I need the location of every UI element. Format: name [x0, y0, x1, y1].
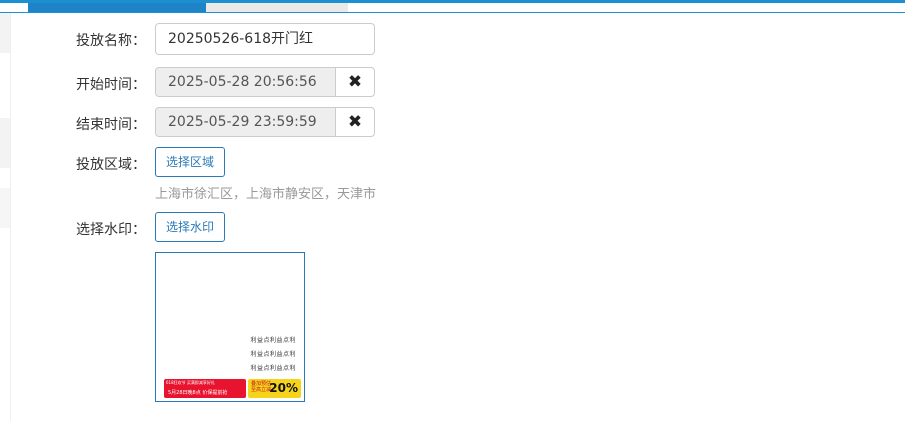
- start-time-group: 2025-05-28 20:56:56 ✖: [155, 67, 375, 97]
- close-icon: ✖: [347, 72, 363, 92]
- clear-start-time-button[interactable]: ✖: [335, 67, 375, 97]
- tab-active[interactable]: [28, 3, 206, 12]
- end-time-input[interactable]: 2025-05-29 23:59:59: [155, 107, 336, 137]
- name-label: 投放名称：: [76, 33, 146, 49]
- left-panel-shade: [0, 188, 10, 228]
- promo-red-banner: 618狂欢节 买满即减享好礼 5月28日晚8点 价保提前抢: [164, 379, 246, 398]
- discount-badge-caption-bottom: 至高立减: [251, 387, 272, 393]
- discount-badge-caption: 叠加预估 至高立减: [251, 381, 271, 393]
- end-time-group: 2025-05-29 23:59:59 ✖: [155, 107, 375, 137]
- end-time-label: 结束时间：: [76, 117, 146, 133]
- promo-banner-line1: 618狂欢节 买满即减享好礼: [166, 380, 215, 385]
- left-panel-shade: [0, 118, 10, 168]
- select-watermark-button[interactable]: 选择水印: [155, 212, 226, 242]
- left-panel-shade: [0, 13, 10, 53]
- watermark-text-line: 利益点利益点利: [250, 365, 296, 372]
- name-input[interactable]: 20250526-618开门红: [155, 23, 375, 55]
- watermark-preview[interactable]: 利益点利益点利 利益点利益点利 利益点利益点利 618狂欢节 买满即减享好礼 5…: [155, 252, 305, 402]
- tab-inactive[interactable]: [206, 3, 348, 12]
- promo-banner-line2: 5月28日晚8点 价保提前抢: [168, 390, 228, 396]
- start-time-label: 开始时间：: [76, 77, 146, 93]
- start-time-input[interactable]: 2025-05-28 20:56:56: [155, 67, 336, 97]
- watermark-text-line: 利益点利益点利: [250, 351, 296, 358]
- discount-badge-value: 20%: [269, 381, 298, 395]
- region-label: 投放区域：: [76, 157, 146, 173]
- select-region-button[interactable]: 选择区域: [155, 147, 226, 177]
- tab-underline: [0, 12, 905, 13]
- close-icon: ✖: [347, 112, 363, 132]
- watermark-banner: 618狂欢节 买满即减享好礼 5月28日晚8点 价保提前抢 叠加预估 至高立减 …: [164, 379, 301, 398]
- watermark-text-line: 利益点利益点利: [250, 337, 296, 344]
- selected-regions-text: 上海市徐汇区，上海市静安区，天津市: [155, 187, 377, 202]
- discount-badge: 叠加预估 至高立减 20%: [248, 379, 301, 398]
- clear-end-time-button[interactable]: ✖: [335, 107, 375, 137]
- left-panel-edge: [0, 13, 11, 421]
- top-tab-bar: [0, 0, 905, 13]
- watermark-label: 选择水印：: [76, 222, 146, 238]
